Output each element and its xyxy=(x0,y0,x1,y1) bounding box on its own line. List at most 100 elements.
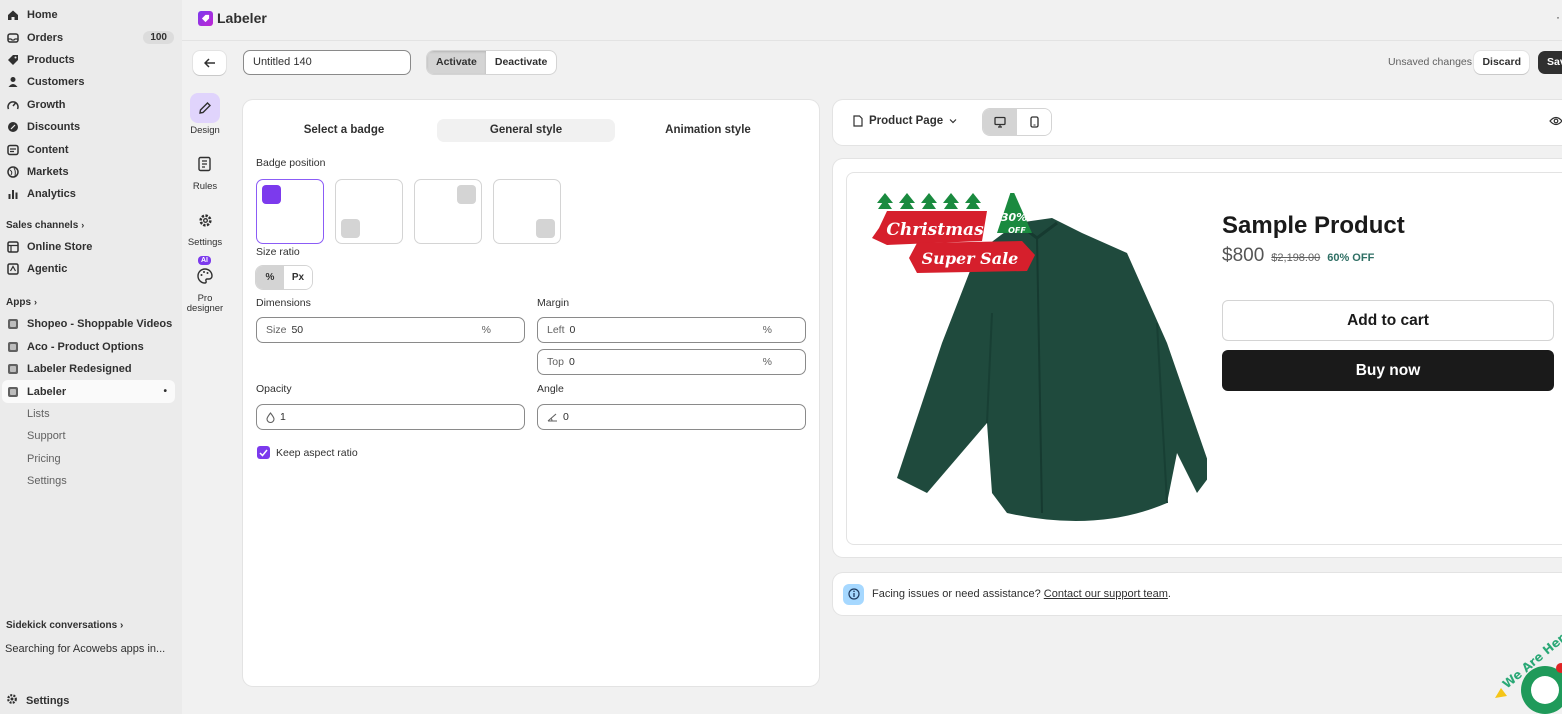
nav-customers[interactable]: Customers xyxy=(0,71,182,93)
checkmark-icon xyxy=(259,449,268,457)
position-marker xyxy=(341,219,360,238)
badge-name-input[interactable]: Untitled 140 xyxy=(243,50,411,75)
deactivate-button[interactable]: Deactivate xyxy=(486,51,557,74)
margin-label: Margin xyxy=(537,297,570,309)
angle-icon xyxy=(547,412,558,422)
tab-select-badge[interactable]: Select a badge xyxy=(255,119,433,142)
ai-tag: AI xyxy=(198,256,211,265)
nav-label: Home xyxy=(27,9,58,22)
product-card: Christmas Super Sale 30% OFF Sample Prod… xyxy=(846,172,1562,545)
rail-design[interactable]: Design xyxy=(186,93,224,136)
nav-growth[interactable]: Growth xyxy=(0,94,182,116)
chart-icon xyxy=(6,188,19,201)
nav-online-store[interactable]: Online Store xyxy=(0,236,182,258)
nav-content[interactable]: Content xyxy=(0,138,182,160)
apps-heading[interactable]: Apps › xyxy=(0,291,182,313)
percent-text: 30% xyxy=(1001,211,1027,224)
product-preview: Christmas Super Sale 30% OFF Sample Prod… xyxy=(833,159,1562,557)
nav-home[interactable]: Home xyxy=(0,4,182,26)
nav-app-shopeo[interactable]: Shopeo - Shoppable Videos xyxy=(0,313,182,335)
desktop-view-button[interactable] xyxy=(983,109,1017,135)
nav-label: Labeler xyxy=(27,385,67,398)
tab-animation-style[interactable]: Animation style xyxy=(619,119,797,142)
position-bottom-right[interactable] xyxy=(493,179,561,244)
nav-markets[interactable]: Markets xyxy=(0,161,182,183)
globe-icon xyxy=(6,165,19,178)
nav-discounts[interactable]: Discounts xyxy=(0,116,182,138)
rail-settings[interactable]: Settings xyxy=(186,205,224,248)
nav-app-labeler[interactable]: Labeler • xyxy=(2,380,175,403)
device-toggle xyxy=(983,109,1051,135)
mobile-view-button[interactable] xyxy=(1017,109,1051,135)
page-type-select[interactable]: Product Page xyxy=(853,115,957,127)
preview-toolbar: Product Page xyxy=(833,100,1562,145)
page-icon xyxy=(853,115,863,127)
app-title: Labeler xyxy=(198,10,267,26)
nav-agentic[interactable]: Agentic xyxy=(0,258,182,280)
pencil-icon xyxy=(190,93,220,123)
back-button[interactable] xyxy=(193,51,226,75)
price-current: $800 xyxy=(1222,245,1265,266)
badge-position-label: Badge position xyxy=(256,157,326,169)
main-area: Labeler · Untitled 140 Activate Deactiva… xyxy=(182,0,1562,714)
tag-icon xyxy=(6,53,19,66)
margin-left-input[interactable]: Left 0 % xyxy=(537,317,806,343)
buy-now-button[interactable]: Buy now xyxy=(1222,350,1554,391)
nav-analytics[interactable]: Analytics xyxy=(0,183,182,205)
nav-app-labeler-redesigned[interactable]: Labeler Redesigned xyxy=(0,358,182,380)
nav-sub-lists[interactable]: Lists xyxy=(0,403,182,425)
nav-label: Discounts xyxy=(27,121,81,134)
size-ratio-percent[interactable]: % xyxy=(256,266,284,289)
angle-input[interactable]: 0 xyxy=(537,404,806,430)
position-marker xyxy=(457,185,476,204)
rail-rules[interactable]: Rules xyxy=(186,149,224,192)
margin-top-input[interactable]: Top 0 % xyxy=(537,349,806,375)
christmas-text: Christmas xyxy=(886,220,984,240)
nav-orders[interactable]: Orders 100 xyxy=(0,26,182,48)
position-bottom-left[interactable] xyxy=(335,179,403,244)
droplet-icon xyxy=(266,411,275,423)
content-icon xyxy=(6,143,19,156)
chevron-right-icon: › xyxy=(119,620,124,631)
nav-label: Products xyxy=(27,53,75,66)
nav-products[interactable]: Products xyxy=(0,49,182,71)
add-to-cart-button[interactable]: Add to cart xyxy=(1222,300,1554,341)
sales-channels-heading[interactable]: Sales channels › xyxy=(0,214,182,236)
opacity-input[interactable]: 1 xyxy=(256,404,525,430)
sidekick-heading[interactable]: Sidekick conversations › xyxy=(6,620,123,631)
tab-general-style[interactable]: General style xyxy=(437,119,615,142)
activate-button[interactable]: Activate xyxy=(427,51,486,74)
eye-icon[interactable] xyxy=(1549,116,1562,129)
sidekick-conversation[interactable]: Searching for Acowebs apps in... xyxy=(5,643,165,655)
person-icon xyxy=(6,76,19,89)
price-compare: $2,198.00 xyxy=(1271,252,1321,264)
nav-settings[interactable]: Settings xyxy=(6,693,69,708)
arrow-left-icon xyxy=(203,58,215,68)
product-image: Christmas Super Sale 30% OFF xyxy=(872,193,1207,521)
support-link[interactable]: Contact our support team xyxy=(1044,588,1168,600)
keep-aspect-label: Keep aspect ratio xyxy=(276,447,358,459)
rail-pro-designer[interactable]: AI Pro designer xyxy=(186,256,224,314)
rules-icon xyxy=(190,149,220,179)
size-input[interactable]: Size 50 % xyxy=(256,317,525,343)
position-marker xyxy=(262,185,281,204)
size-ratio-px[interactable]: Px xyxy=(284,266,312,289)
discard-button[interactable]: Discard xyxy=(1474,51,1529,74)
orders-count-badge: 100 xyxy=(143,31,174,45)
home-icon xyxy=(6,9,19,22)
app-icon xyxy=(6,318,19,331)
orders-icon xyxy=(6,31,19,44)
nav-sub-settings[interactable]: Settings xyxy=(0,470,182,492)
position-top-right[interactable] xyxy=(414,179,482,244)
nav-sub-pricing[interactable]: Pricing xyxy=(0,448,182,470)
chat-widget[interactable]: We Are Here xyxy=(1487,630,1562,714)
position-top-left[interactable] xyxy=(256,179,324,244)
save-button[interactable]: Save xyxy=(1538,51,1562,74)
more-icon[interactable]: · xyxy=(1556,10,1560,24)
chevron-right-icon: › xyxy=(81,219,85,230)
keep-aspect-checkbox[interactable] xyxy=(257,446,270,459)
position-marker xyxy=(536,219,555,238)
growth-icon xyxy=(6,98,19,111)
nav-sub-support[interactable]: Support xyxy=(0,425,182,447)
nav-app-aco[interactable]: Aco - Product Options xyxy=(0,336,182,358)
